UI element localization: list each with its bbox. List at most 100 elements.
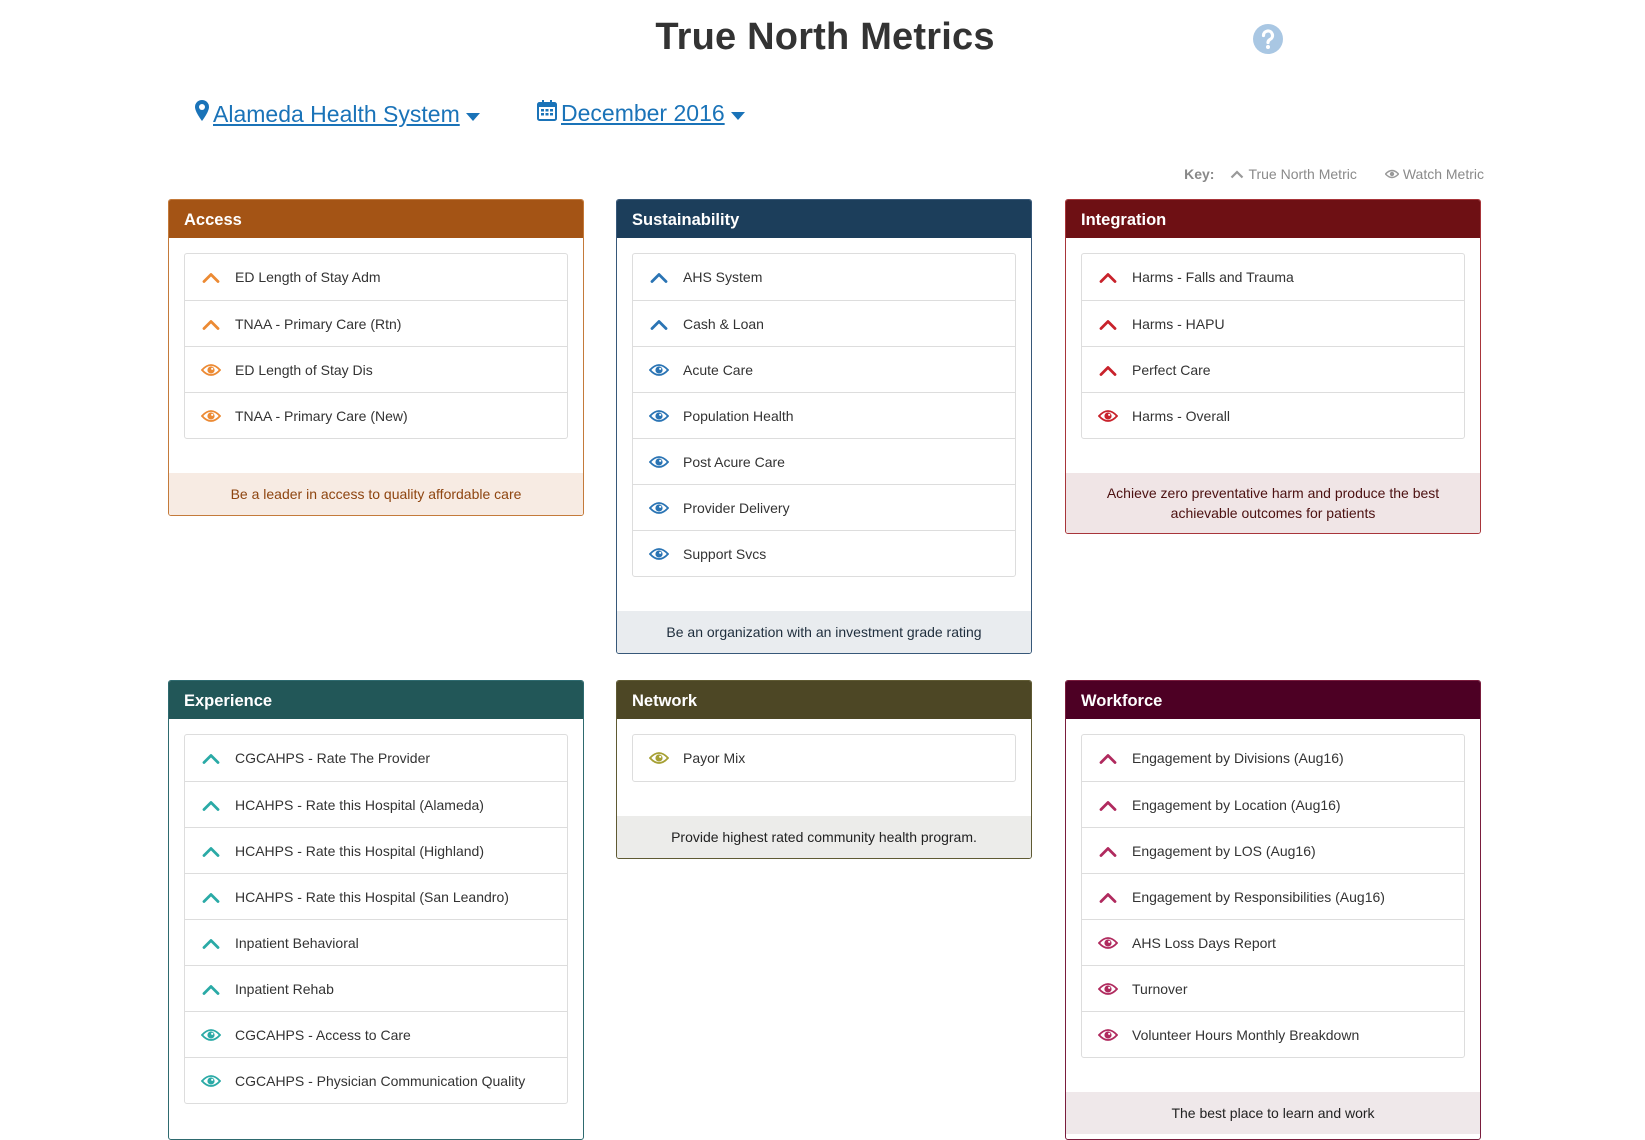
chevron-up-icon (201, 315, 221, 333)
metric-label[interactable]: CGCAHPS - Rate The Provider (235, 750, 430, 766)
chevron-up-icon (1098, 268, 1118, 286)
metric-label[interactable]: Volunteer Hours Monthly Breakdown (1132, 1027, 1359, 1043)
metric-row[interactable]: Provider Delivery (633, 484, 1015, 530)
metric-row[interactable]: Harms - HAPU (1082, 300, 1464, 346)
chevron-up-icon (1098, 842, 1118, 860)
eye-icon (1098, 934, 1118, 952)
metric-label[interactable]: Provider Delivery (683, 500, 790, 516)
metric-label[interactable]: AHS System (683, 269, 762, 285)
metric-label[interactable]: Engagement by LOS (Aug16) (1132, 843, 1316, 859)
metric-label[interactable]: HCAHPS - Rate this Hospital (Highland) (235, 843, 484, 859)
chevron-up-icon (201, 934, 221, 952)
map-marker-icon (195, 100, 209, 128)
metric-label[interactable]: CGCAHPS - Physician Communication Qualit… (235, 1073, 525, 1089)
eye-icon (649, 545, 669, 563)
metric-label[interactable]: Payor Mix (683, 750, 745, 766)
metric-row[interactable]: Inpatient Rehab (185, 965, 567, 1011)
metric-label[interactable]: Cash & Loan (683, 316, 764, 332)
metric-row[interactable]: Perfect Care (1082, 346, 1464, 392)
metric-label[interactable]: Post Acure Care (683, 454, 785, 470)
chevron-up-icon (1098, 888, 1118, 906)
metric-label[interactable]: AHS Loss Days Report (1132, 935, 1276, 951)
metric-label[interactable]: Engagement by Divisions (Aug16) (1132, 750, 1344, 766)
metric-row[interactable]: Payor Mix (633, 735, 1015, 781)
metric-row[interactable]: AHS System (633, 254, 1015, 300)
period-selector[interactable]: December 2016 (537, 100, 745, 127)
metric-row[interactable]: TNAA - Primary Care (New) (185, 392, 567, 438)
metric-label[interactable]: HCAHPS - Rate this Hospital (San Leandro… (235, 889, 509, 905)
metric-row[interactable]: Turnover (1082, 965, 1464, 1011)
metric-label[interactable]: Inpatient Behavioral (235, 935, 359, 951)
eye-icon (1098, 980, 1118, 998)
metric-row[interactable]: ED Length of Stay Adm (185, 254, 567, 300)
metric-row[interactable]: Engagement by Responsibilities (Aug16) (1082, 873, 1464, 919)
metric-row[interactable]: Volunteer Hours Monthly Breakdown (1082, 1011, 1464, 1057)
location-selector[interactable]: Alameda Health System (195, 100, 480, 128)
metric-row[interactable]: TNAA - Primary Care (Rtn) (185, 300, 567, 346)
eye-icon (649, 361, 669, 379)
metric-row[interactable]: Inpatient Behavioral (185, 919, 567, 965)
location-label[interactable]: Alameda Health System (213, 101, 460, 128)
metric-label[interactable]: Harms - HAPU (1132, 316, 1225, 332)
key-label: Key: (1184, 166, 1215, 182)
metric-row[interactable]: ED Length of Stay Dis (185, 346, 567, 392)
chevron-down-icon[interactable] (730, 100, 745, 127)
metric-label[interactable]: Acute Care (683, 362, 753, 378)
metric-row[interactable]: Population Health (633, 392, 1015, 438)
metric-row[interactable]: AHS Loss Days Report (1082, 919, 1464, 965)
chevron-down-icon[interactable] (465, 101, 480, 128)
metric-label[interactable]: Support Svcs (683, 546, 766, 562)
metric-label[interactable]: Engagement by Location (Aug16) (1132, 797, 1341, 813)
metric-label[interactable]: Harms - Overall (1132, 408, 1230, 424)
metric-list: CGCAHPS - Rate The Provider HCAHPS - Rate… (184, 734, 568, 1104)
panel-title: Network (617, 681, 1031, 719)
page-title: True North Metrics (655, 16, 995, 58)
metric-row[interactable]: Acute Care (633, 346, 1015, 392)
metric-label[interactable]: ED Length of Stay Dis (235, 362, 373, 378)
panel-sustainability: Sustainability AHS System Cash & Loan Acut… (616, 199, 1032, 654)
metric-list: Harms - Falls and Trauma Harms - HAPU Perf… (1081, 253, 1465, 439)
eye-icon (649, 407, 669, 425)
metric-label[interactable]: Turnover (1132, 981, 1188, 997)
metric-label[interactable]: ED Length of Stay Adm (235, 269, 381, 285)
metric-row[interactable]: Engagement by LOS (Aug16) (1082, 827, 1464, 873)
metric-label[interactable]: Harms - Falls and Trauma (1132, 269, 1294, 285)
key-true-north-label: True North Metric (1248, 166, 1357, 182)
metric-label[interactable]: Engagement by Responsibilities (Aug16) (1132, 889, 1385, 905)
metric-row[interactable]: Post Acure Care (633, 438, 1015, 484)
panel-title: Workforce (1066, 681, 1480, 719)
metric-list: Payor Mix (632, 734, 1016, 782)
chevron-up-icon (1231, 170, 1244, 179)
metric-label[interactable]: Inpatient Rehab (235, 981, 334, 997)
metric-row[interactable]: HCAHPS - Rate this Hospital (Highland) (185, 827, 567, 873)
metric-label[interactable]: CGCAHPS - Access to Care (235, 1027, 411, 1043)
metric-key: Key: True North Metric Watch Metric (1184, 166, 1484, 182)
panel-experience: Experience CGCAHPS - Rate The Provider HC… (168, 680, 584, 1140)
panel-network: Network Payor Mix Provide highest rated … (616, 680, 1032, 859)
question-circle-icon[interactable] (1252, 23, 1284, 55)
metric-row[interactable]: Support Svcs (633, 530, 1015, 576)
panel-title: Sustainability (617, 200, 1031, 238)
metric-list: AHS System Cash & Loan Acute Care Populatio… (632, 253, 1016, 577)
eye-icon (201, 1026, 221, 1044)
chevron-up-icon (649, 268, 669, 286)
metric-row[interactable]: Engagement by Location (Aug16) (1082, 781, 1464, 827)
metric-label[interactable]: Perfect Care (1132, 362, 1211, 378)
metric-label[interactable]: TNAA - Primary Care (New) (235, 408, 408, 424)
panel-footer: Achieve zero preventative harm and produ… (1066, 473, 1480, 533)
chevron-up-icon (201, 796, 221, 814)
metric-row[interactable]: HCAHPS - Rate this Hospital (San Leandro… (185, 873, 567, 919)
metric-label[interactable]: Population Health (683, 408, 794, 424)
metric-row[interactable]: HCAHPS - Rate this Hospital (Alameda) (185, 781, 567, 827)
metric-row[interactable]: CGCAHPS - Physician Communication Qualit… (185, 1057, 567, 1103)
metric-label[interactable]: HCAHPS - Rate this Hospital (Alameda) (235, 797, 484, 813)
metric-row[interactable]: Engagement by Divisions (Aug16) (1082, 735, 1464, 781)
metric-row[interactable]: Harms - Overall (1082, 392, 1464, 438)
metric-row[interactable]: Harms - Falls and Trauma (1082, 254, 1464, 300)
metric-row[interactable]: CGCAHPS - Rate The Provider (185, 735, 567, 781)
eye-icon (201, 361, 221, 379)
period-label[interactable]: December 2016 (561, 100, 725, 127)
metric-row[interactable]: CGCAHPS - Access to Care (185, 1011, 567, 1057)
metric-label[interactable]: TNAA - Primary Care (Rtn) (235, 316, 401, 332)
metric-row[interactable]: Cash & Loan (633, 300, 1015, 346)
